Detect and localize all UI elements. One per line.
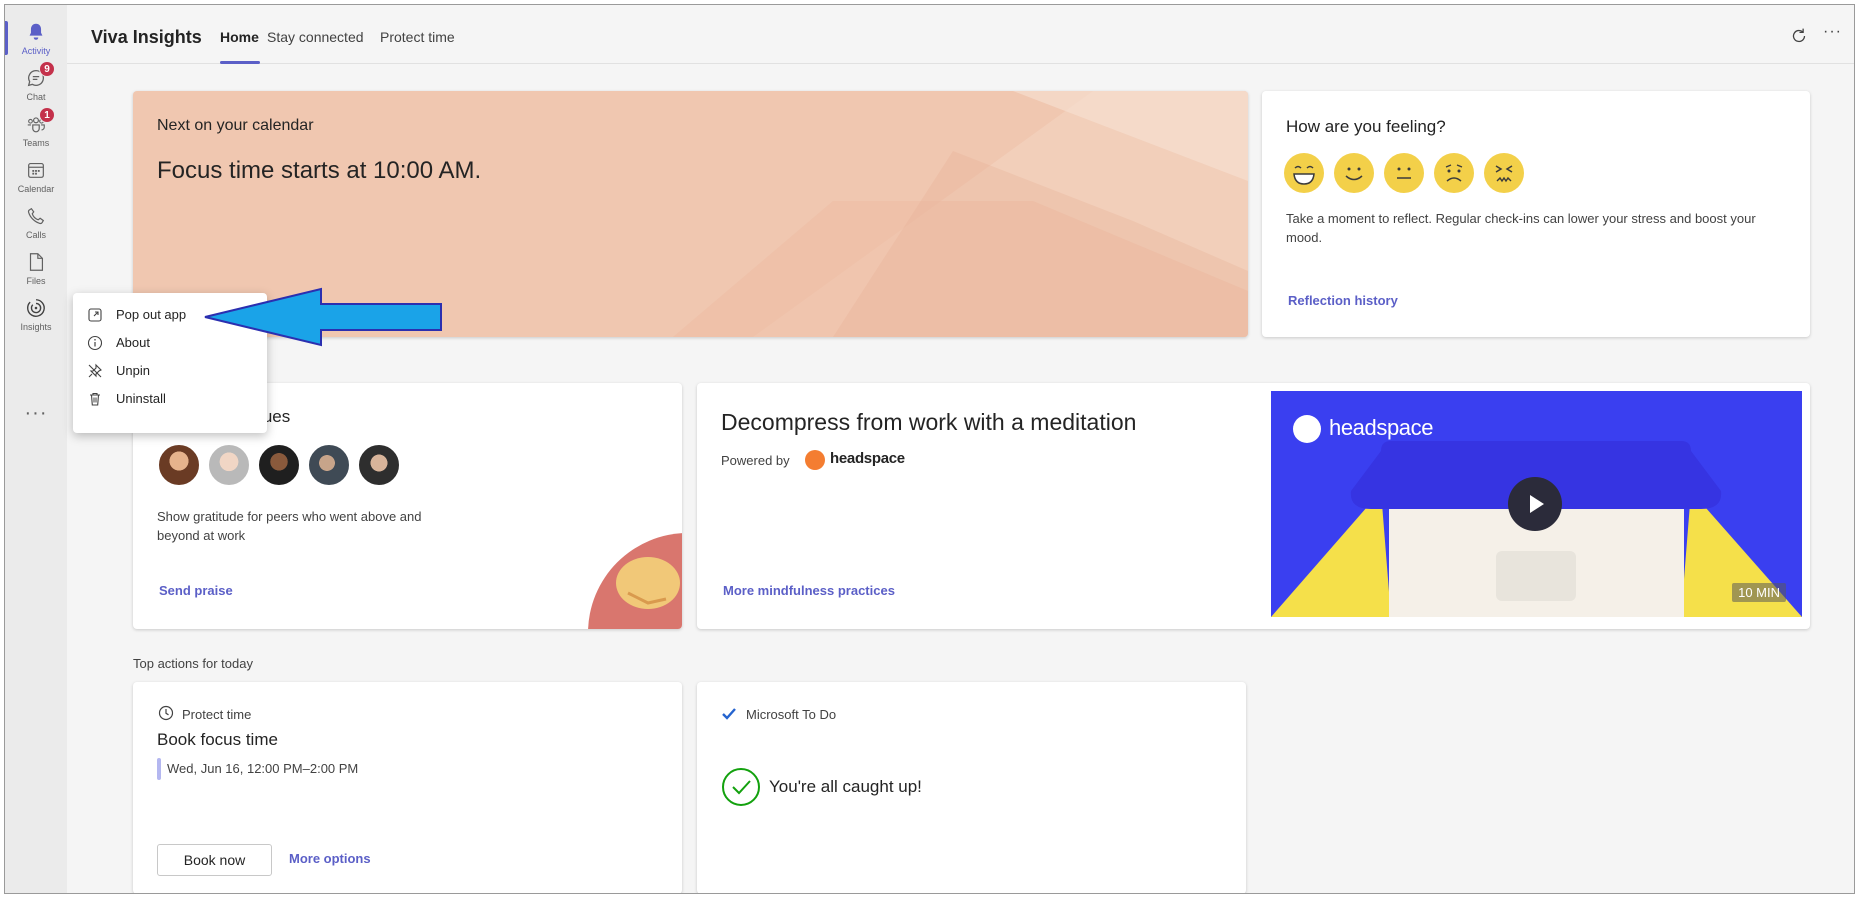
rail-item-files[interactable]: Files [5, 243, 67, 293]
todo-card: Microsoft To Do You're all caught up! [697, 682, 1246, 893]
rail-label: Activity [21, 45, 51, 56]
tab-home[interactable]: Home [220, 29, 259, 45]
todo-app-label: Microsoft To Do [746, 707, 837, 722]
rail-label: Files [26, 275, 46, 286]
praise-description: Show gratitude for peers who went above … [157, 509, 422, 543]
more-apps-button[interactable]: ··· [5, 402, 67, 425]
phone-icon [27, 207, 45, 224]
calendar-icon [28, 162, 44, 178]
todo-logo-icon [722, 708, 736, 720]
neutral-face-icon[interactable] [1384, 153, 1424, 193]
unpin-icon [88, 363, 102, 378]
rail-item-teams[interactable]: Teams 1 [5, 105, 67, 155]
menu-item-label: Pop out app [116, 307, 187, 322]
rail-label: Chat [26, 91, 46, 102]
teams-badge: 1 [39, 107, 55, 123]
rail-label: Calendar [17, 183, 55, 194]
avatar[interactable] [257, 443, 301, 487]
book-now-button[interactable]: Book now [157, 844, 272, 876]
teams-window: Activity Chat 9 Teams 1 Calendar Calls F… [4, 4, 1855, 894]
handshake-illustration [588, 533, 682, 629]
feeling-description: Take a moment to reflect. Regular check-… [1286, 211, 1756, 245]
pop-out-icon [88, 308, 102, 322]
rail-label: Calls [25, 229, 46, 240]
menu-item-label: Uninstall [116, 391, 166, 406]
chat-badge: 9 [39, 61, 55, 77]
section-heading: Top actions for today [133, 656, 253, 671]
avatar[interactable] [357, 443, 401, 487]
tab-protect-time[interactable]: Protect time [380, 29, 455, 45]
time-slot-indicator [157, 758, 161, 780]
calendar-label: Next on your calendar [157, 117, 314, 134]
video-brand: headspace [1329, 415, 1434, 440]
rail-label: Insights [20, 321, 52, 332]
play-icon [1530, 495, 1544, 513]
headspace-logo-icon [1293, 415, 1321, 443]
meditation-video[interactable]: headspace 10 MIN [1271, 391, 1802, 617]
rail-item-calls[interactable]: Calls [5, 197, 67, 247]
feeling-card: How are you feeling? Take a moment to re… [1262, 91, 1810, 337]
menu-item-uninstall[interactable]: Uninstall [73, 385, 267, 413]
more-options-link[interactable]: More options [289, 851, 371, 866]
rail-label: Teams [22, 137, 50, 148]
menu-item-label: About [116, 335, 150, 350]
active-indicator [5, 21, 8, 55]
menu-item-label: Unpin [116, 363, 150, 378]
avatar[interactable] [157, 443, 201, 487]
bell-icon [29, 23, 43, 40]
headspace-logo-icon [805, 450, 825, 470]
more-options-button[interactable]: ··· [1823, 23, 1842, 41]
avatar[interactable] [207, 443, 251, 487]
focus-title: Book focus time [157, 730, 278, 749]
refresh-icon[interactable] [1788, 25, 1810, 47]
powered-by-label: Powered by [721, 453, 790, 468]
rail-item-chat[interactable]: Chat 9 [5, 59, 67, 109]
very-happy-face-icon[interactable] [1284, 153, 1324, 193]
send-praise-link[interactable]: Send praise [159, 583, 233, 598]
headspace-brand: headspace [830, 450, 905, 467]
caught-up-message: You're all caught up! [769, 777, 922, 796]
focus-time-card: Protect time Book focus time Wed, Jun 16… [133, 682, 682, 893]
avatar[interactable] [307, 443, 351, 487]
file-icon [29, 252, 44, 271]
rail-item-activity[interactable]: Activity [5, 13, 67, 63]
clock-icon [158, 705, 174, 721]
info-icon [87, 335, 103, 351]
active-tab-indicator [220, 61, 260, 64]
more-mindfulness-link[interactable]: More mindfulness practices [723, 583, 895, 598]
tab-stay-connected[interactable]: Stay connected [267, 29, 364, 45]
app-header: Viva Insights Home Stay connected Protec… [67, 5, 1854, 64]
calendar-event-text: Focus time starts at 10:00 AM. [157, 157, 482, 184]
duration-badge: 10 MIN [1732, 583, 1786, 602]
meditation-card: Decompress from work with a meditation P… [697, 383, 1810, 629]
stressed-face-icon[interactable] [1484, 153, 1524, 193]
insights-icon [27, 298, 45, 317]
play-button[interactable] [1508, 477, 1562, 531]
feeling-title: How are you feeling? [1286, 117, 1446, 136]
trash-icon [90, 392, 100, 406]
rail-item-calendar[interactable]: Calendar [5, 151, 67, 201]
sad-face-icon[interactable] [1434, 153, 1474, 193]
app-title: Viva Insights [91, 27, 202, 47]
annotation-arrow-icon [204, 287, 442, 347]
menu-item-unpin[interactable]: Unpin [73, 357, 267, 385]
check-circle-icon [722, 768, 760, 806]
meditation-title: Decompress from work with a meditation [721, 409, 1137, 435]
happy-face-icon[interactable] [1334, 153, 1374, 193]
protect-time-label: Protect time [182, 707, 252, 722]
focus-time-slot: Wed, Jun 16, 12:00 PM–2:00 PM [167, 761, 359, 776]
reflection-history-link[interactable]: Reflection history [1288, 293, 1398, 308]
app-rail: Activity Chat 9 Teams 1 Calendar Calls F… [5, 5, 67, 893]
rail-item-insights[interactable]: Insights [5, 289, 67, 339]
